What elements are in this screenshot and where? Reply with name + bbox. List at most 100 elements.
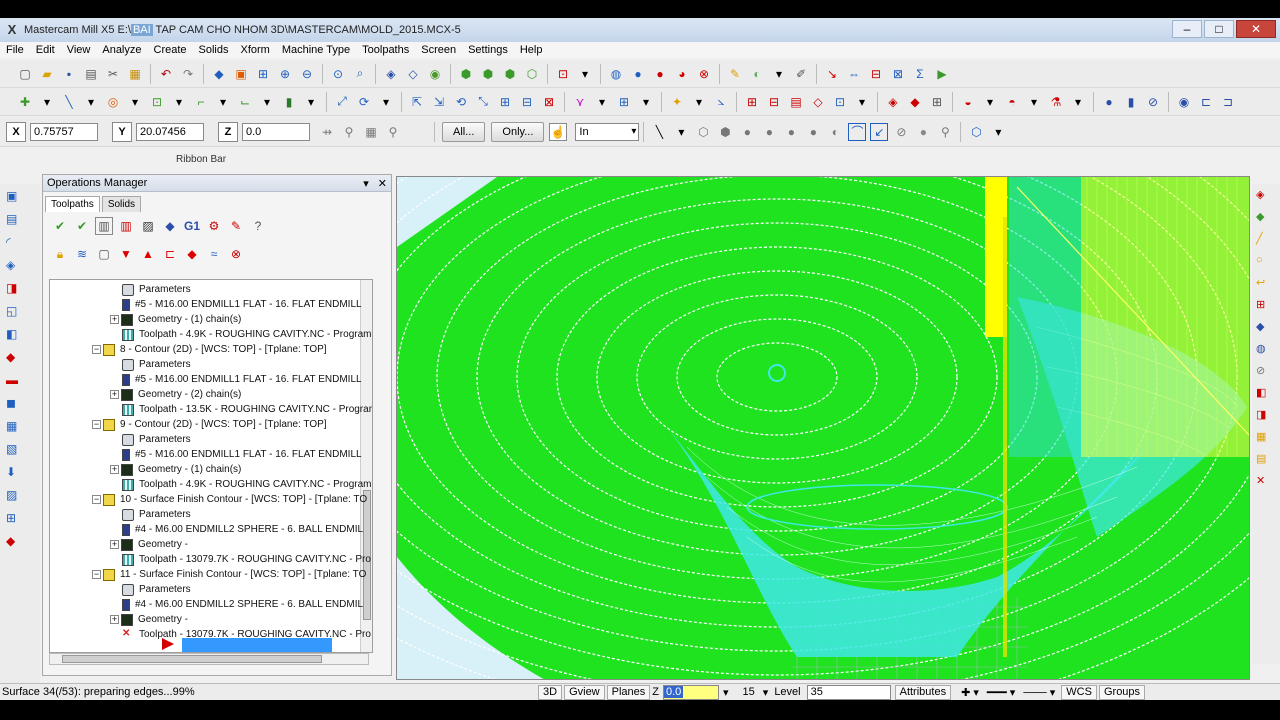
globe-view-icon[interactable]: ◍ [607,65,625,83]
link-icon[interactable]: ⊗ [695,65,713,83]
grid-red-icon[interactable]: ⊞ [743,93,761,111]
mru-tool11-icon[interactable]: ▦ [6,419,24,437]
select-only-button[interactable]: Only... [491,121,545,142]
circle-dropdown-icon[interactable]: ▾ [126,93,144,111]
autocursor-icon[interactable]: ⚲ [340,123,358,141]
select-all-button[interactable]: All... [442,121,486,142]
surface-icon[interactable]: ◈ [884,93,902,111]
toggle-posting-icon[interactable]: ▢ [95,245,113,263]
rv-tool9-icon[interactable]: ⊘ [1256,364,1274,382]
mru-tool13-icon[interactable]: ⬇ [6,465,24,483]
menu-screen[interactable]: Screen [415,44,462,56]
chain-line-icon[interactable]: ╲ [650,123,668,141]
xform-project-icon[interactable]: ⊟ [518,93,536,111]
xform-array-icon[interactable]: ⊠ [540,93,558,111]
x-coordinate-field[interactable]: 0.75757 [30,122,98,141]
circle-icon[interactable]: ◎ [104,93,122,111]
cut-icon[interactable]: ✂ [104,65,122,83]
tree-parameters-row[interactable]: Parameters [122,282,191,297]
tree-toolpath-row[interactable]: Toolpath - 13079.7K - ROUGHING CAVITY.NC… [122,552,371,567]
tree-geometry-row[interactable]: + Geometry - [110,537,188,552]
hidden-line-icon[interactable]: ◇ [404,65,422,83]
table-red-icon[interactable]: ⊟ [765,93,783,111]
z-coordinate-field[interactable]: 0.0 [242,122,310,141]
menu-file[interactable]: File [0,44,30,56]
fast-point-icon[interactable]: ⇸ [318,123,336,141]
tree-expand-toggle[interactable]: − [92,345,101,354]
surface-grid-icon[interactable]: ⊞ [928,93,946,111]
mru-tool9-icon[interactable]: ▬ [6,373,24,391]
panel-menu-icon[interactable]: ▾ [363,178,369,190]
toolpath-3d-view[interactable] [397,177,1250,680]
clear-icon[interactable]: ▦ [362,123,380,141]
tree-horizontal-scrollbar[interactable] [49,653,369,665]
rectangle-icon[interactable]: ⊡ [148,93,166,111]
wand-dropdown-icon[interactable]: ▾ [690,93,708,111]
rectangle-dropdown-icon[interactable]: ▾ [170,93,188,111]
color-picker-icon[interactable]: ◐ [748,65,766,83]
point-icon[interactable]: ✚ [16,93,34,111]
xform-mirror-icon[interactable]: ⇲ [430,93,448,111]
move-up-icon[interactable]: ▲ [139,245,157,263]
lock-icon[interactable]: 🔒︎ [51,245,69,263]
offset-dropdown-icon[interactable]: ▾ [377,93,395,111]
tree-toolpath-row[interactable]: Toolpath - 4.9K - ROUGHING CAVITY.NC - P… [122,477,371,492]
zoom-window-icon[interactable]: ⊞ [254,65,272,83]
chain-dropdown-icon[interactable]: ▾ [672,123,690,141]
cube-view-icon[interactable]: ⬡ [967,123,985,141]
sigma-icon[interactable]: Σ [911,65,929,83]
menu-settings[interactable]: Settings [462,44,514,56]
xform-rotate-icon[interactable]: ⟲ [452,93,470,111]
help-icon[interactable]: ⚲ [384,123,402,141]
mru-tool1-icon[interactable]: ▣ [6,189,24,207]
tree-operation-row[interactable]: − 10 - Surface Finish Contour - [WCS: TOP… [92,492,367,507]
solid-wrap-icon[interactable]: ⊘ [1144,93,1162,111]
tree-expand-toggle[interactable]: + [110,540,119,549]
lasso-icon[interactable]: ⬡ [694,123,712,141]
menu-view[interactable]: View [61,44,97,56]
point-style-icon[interactable]: ✚ ▾ [961,686,979,699]
solid-revolve-icon[interactable]: ◉ [1175,93,1193,111]
menu-edit[interactable]: Edit [30,44,61,56]
move-down-icon[interactable]: ▼ [117,245,135,263]
zoom-target-icon[interactable]: ⊙ [329,65,347,83]
maximize-button[interactable]: □ [1204,20,1234,38]
xform-translate-icon[interactable]: ⇱ [408,93,426,111]
chamfer-dropdown-icon[interactable]: ▾ [258,93,276,111]
groups-button[interactable]: Groups [1098,684,1146,700]
minimize-button[interactable]: – [1172,20,1202,38]
select-solid-icon[interactable]: ⬢ [716,123,734,141]
wireframe-icon[interactable]: ◈ [382,65,400,83]
tree-tool-row[interactable]: #5 - M16.00 ENDMILL1 FLAT - 16. FLAT END… [122,372,362,387]
mirror-icon[interactable]: ⇔ [845,65,863,83]
view-3d-button[interactable]: 3D [538,684,563,700]
mru-tool7-icon[interactable]: ◧ [6,327,24,345]
color-dropdown-icon[interactable]: ▾ [763,686,769,699]
tab-solids[interactable]: Solids [101,196,142,212]
expand-icon[interactable]: ≈ [205,245,223,263]
gview-button[interactable]: Gview [564,684,605,700]
mru-tool3-icon[interactable]: ◜ [6,235,24,253]
tree-tool-row[interactable]: #5 - M16.00 ENDMILL1 FLAT - 16. FLAT END… [122,297,362,312]
rv-tool13-icon[interactable]: ▤ [1256,452,1274,470]
rv-tool7-icon[interactable]: ◆ [1256,320,1274,338]
color-number[interactable]: 15 [743,686,755,698]
fit-icon[interactable]: ▣ [232,65,250,83]
mru-tool8-icon[interactable]: ◆ [6,350,24,368]
dimension-dropdown-icon[interactable]: ▾ [853,93,871,111]
break-dropdown-icon[interactable]: ▾ [593,93,611,111]
rv-tool6-icon[interactable]: ⊞ [1256,298,1274,316]
iso-view-icon[interactable]: ⬡ [523,65,541,83]
tree-parameters-row[interactable]: Parameters [122,507,191,522]
tree-operation-row[interactable]: − 11 - Surface Finish Contour - [WCS: TOP… [92,567,366,582]
brush-icon[interactable]: ✐ [792,65,810,83]
line-width-icon[interactable]: ─── ▾ [1023,686,1055,699]
clipboard-icon[interactable]: ▤ [787,93,805,111]
top-view-icon[interactable]: ⬢ [457,65,475,83]
mru-tool14-icon[interactable]: ▨ [6,488,24,506]
xform-scale-icon[interactable]: ⤡ [474,93,492,111]
menu-create[interactable]: Create [148,44,193,56]
mru-tool16-icon[interactable]: ◆ [6,534,24,552]
open-file-icon[interactable]: ▰ [38,65,56,83]
front-view-icon[interactable]: ⬢ [479,65,497,83]
